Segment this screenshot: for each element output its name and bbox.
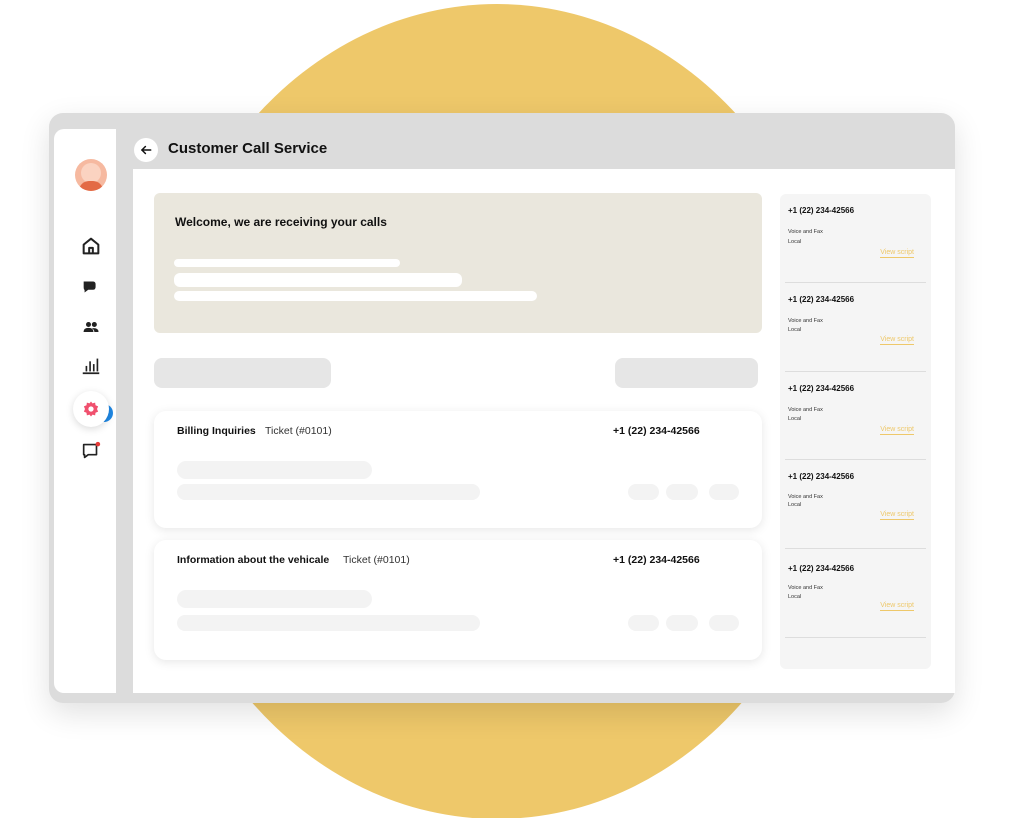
home-icon[interactable] xyxy=(73,228,109,264)
ticket-number: Ticket (#0101) xyxy=(343,554,410,566)
script-phone: +1 (22) 234-42566 xyxy=(788,295,855,304)
script-type: Voice and Fax xyxy=(788,229,823,235)
script-phone: +1 (22) 234-42566 xyxy=(788,206,855,215)
chart-icon[interactable] xyxy=(73,347,109,383)
placeholder-line xyxy=(177,590,372,608)
back-button[interactable] xyxy=(134,138,158,162)
welcome-title: Welcome, we are receiving your calls xyxy=(175,215,387,229)
view-script-link[interactable]: View script xyxy=(880,336,914,345)
view-script-link[interactable]: View script xyxy=(880,511,914,520)
placeholder-chip xyxy=(628,484,659,500)
scripts-panel: +1 (22) 234-42566 Voice and Fax Local Vi… xyxy=(780,194,931,669)
placeholder-chip xyxy=(666,615,698,631)
script-type: Voice and Fax xyxy=(788,407,823,413)
script-scope: Local xyxy=(788,502,802,508)
view-script-link[interactable]: View script xyxy=(880,249,914,258)
script-scope: Local xyxy=(788,416,802,422)
script-phone: +1 (22) 234-42566 xyxy=(788,564,855,573)
divider xyxy=(785,548,926,549)
top-bar: Customer Call Service xyxy=(116,129,955,169)
welcome-card: Welcome, we are receiving your calls xyxy=(154,193,762,333)
main-content: Welcome, we are receiving your calls Bil… xyxy=(133,169,955,693)
placeholder-line xyxy=(177,461,372,479)
users-icon[interactable] xyxy=(73,309,109,345)
placeholder-line xyxy=(177,615,480,631)
ticket-title: Information about the vehicale xyxy=(177,554,330,566)
view-script-link[interactable]: View script xyxy=(880,602,914,611)
ticket-title: Billing Inquiries xyxy=(177,425,256,437)
ticket-number: Ticket (#0101) xyxy=(265,425,332,437)
app-window: Customer Call Service Welcome, we are re… xyxy=(49,113,955,703)
avatar[interactable] xyxy=(75,159,107,191)
placeholder-chip xyxy=(709,484,739,500)
divider xyxy=(785,637,926,638)
ticket-card[interactable]: Information about the vehicale Ticket (#… xyxy=(154,540,762,660)
divider xyxy=(785,371,926,372)
script-scope: Local xyxy=(788,594,802,600)
ticket-phone: +1 (22) 234-42566 xyxy=(613,425,700,437)
script-type: Voice and Fax xyxy=(788,318,823,324)
arrow-left-icon xyxy=(141,145,152,155)
ticket-phone: +1 (22) 234-42566 xyxy=(613,554,700,566)
page-title: Customer Call Service xyxy=(168,140,328,157)
placeholder-chip xyxy=(666,484,698,500)
placeholder-line xyxy=(174,291,537,301)
script-phone: +1 (22) 234-42566 xyxy=(788,384,855,393)
placeholder-line xyxy=(174,259,400,267)
placeholder-line xyxy=(177,484,480,500)
placeholder-chip xyxy=(709,615,739,631)
script-type: Voice and Fax xyxy=(788,585,823,591)
placeholder-line xyxy=(174,273,462,287)
script-scope: Local xyxy=(788,239,802,245)
sidebar xyxy=(54,129,116,693)
message-icon[interactable] xyxy=(73,433,109,469)
script-phone: +1 (22) 234-42566 xyxy=(788,472,855,481)
action-button[interactable] xyxy=(615,358,758,388)
settings-icon[interactable] xyxy=(73,391,109,427)
ticket-card[interactable]: Billing Inquiries Ticket (#0101) +1 (22)… xyxy=(154,411,762,528)
divider xyxy=(785,282,926,283)
view-script-link[interactable]: View script xyxy=(880,426,914,435)
filter-button[interactable] xyxy=(154,358,331,388)
chat-icon[interactable] xyxy=(73,269,109,305)
placeholder-chip xyxy=(628,615,659,631)
divider xyxy=(785,459,926,460)
script-scope: Local xyxy=(788,327,802,333)
script-type: Voice and Fax xyxy=(788,494,823,500)
